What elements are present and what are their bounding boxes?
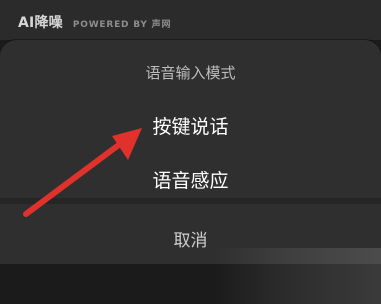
app-header: AI降噪 POWERED BY 声网 [0, 0, 381, 40]
sheet-title: 语音输入模式 [145, 64, 236, 82]
option-press-to-talk[interactable]: 按键说话 [0, 112, 381, 139]
brand-subtitle: POWERED BY 声网 [72, 20, 172, 30]
corner-watermark-area [210, 248, 381, 304]
option-voice-activation-label: 语音感应 [152, 170, 229, 192]
option-press-to-talk-label: 按键说话 [152, 116, 229, 138]
brand: AI降噪 POWERED BY 声网 [18, 12, 171, 32]
cancel-button-label: 取消 [173, 231, 208, 251]
option-voice-activation[interactable]: 语音感应 [0, 166, 381, 193]
brand-title: AI降噪 [18, 15, 63, 31]
voice-input-mode-sheet: 语音输入模式 按键说话 语音感应 取消 [0, 40, 381, 304]
sheet-divider [0, 198, 381, 204]
